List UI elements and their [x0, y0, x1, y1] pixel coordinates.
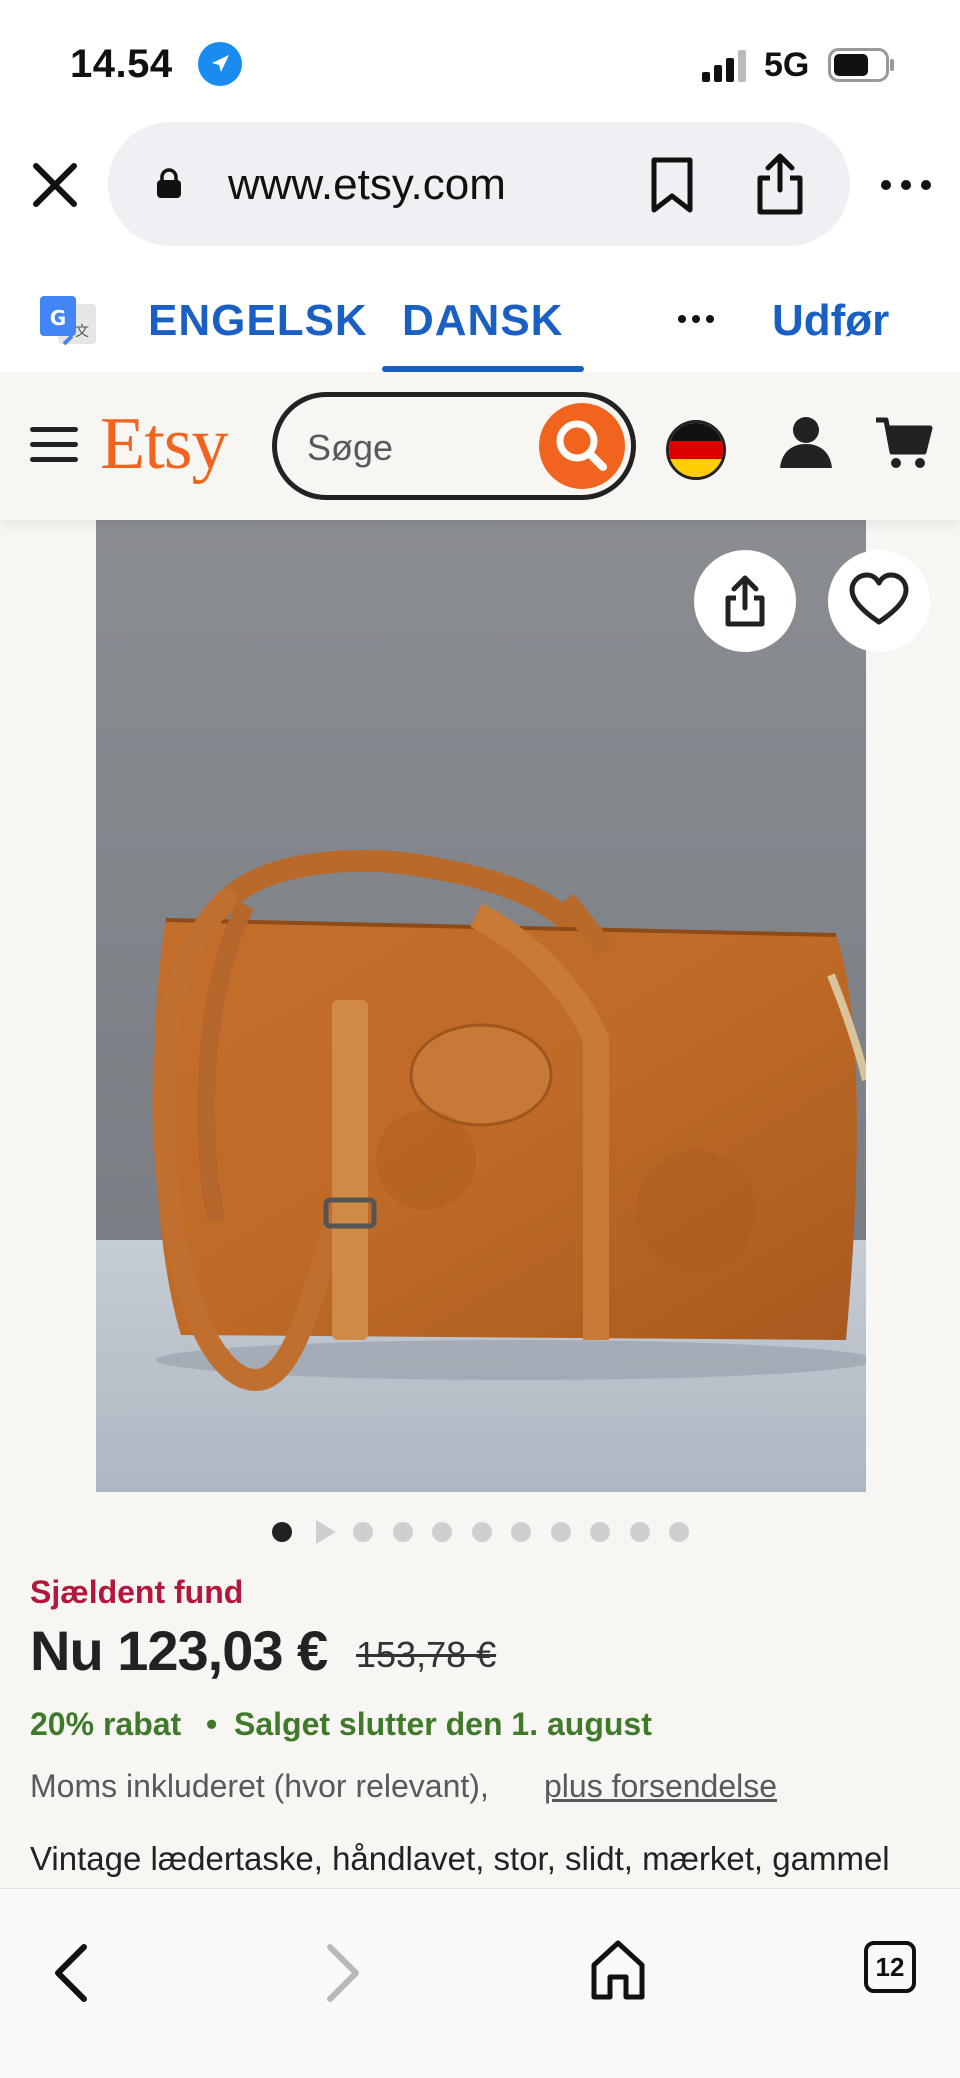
location-arrow-icon: [198, 42, 242, 86]
tab-danish[interactable]: DANSK: [402, 296, 563, 346]
carousel-dot[interactable]: [432, 1522, 452, 1542]
etsy-logo[interactable]: Etsy: [100, 402, 229, 487]
image-carousel-dots: [0, 1516, 960, 1546]
carousel-dot[interactable]: [393, 1522, 413, 1542]
back-icon[interactable]: [48, 1941, 92, 2005]
network-label: 5G: [764, 46, 810, 84]
search-button[interactable]: [539, 403, 625, 489]
original-price: 153,78 €: [356, 1634, 497, 1675]
tabs-icon[interactable]: 12: [864, 1941, 916, 1993]
translate-bar: G 文 ENGELSK DANSK Udfør: [0, 256, 960, 372]
vat-note: Moms inkluderet (hvor relevant),: [30, 1768, 489, 1804]
cart-icon[interactable]: [874, 416, 934, 470]
done-button[interactable]: Udfør: [772, 296, 889, 346]
close-icon[interactable]: [28, 158, 82, 212]
image-share-button[interactable]: [694, 550, 796, 652]
carousel-dot[interactable]: [669, 1522, 689, 1542]
carousel-dot[interactable]: [511, 1522, 531, 1542]
bookmark-icon[interactable]: [648, 156, 696, 214]
carousel-dot[interactable]: [353, 1522, 373, 1542]
more-icon[interactable]: [878, 172, 934, 198]
battery-icon: [828, 48, 896, 82]
carousel-dot[interactable]: [630, 1522, 650, 1542]
carousel-dot[interactable]: [472, 1522, 492, 1542]
search-icon: [556, 420, 607, 471]
separator-dot: •: [206, 1706, 218, 1742]
product-content: Sjældent fund Nu 123,03 € 153,78 € 20% r…: [0, 520, 960, 1888]
browser-toolbar: www.etsy.com: [0, 118, 960, 256]
carousel-dot[interactable]: [551, 1522, 571, 1542]
translate-more-icon[interactable]: [676, 312, 716, 324]
carousel-video-icon[interactable]: [316, 1520, 336, 1544]
status-time: 14.54: [70, 42, 173, 86]
lock-icon: [156, 168, 182, 198]
german-flag-icon[interactable]: [666, 420, 726, 480]
tab-english[interactable]: ENGELSK: [148, 296, 368, 346]
signal-icon: [702, 50, 748, 82]
product-title: Vintage lædertaske, håndlavet, stor, sli…: [30, 1840, 890, 1888]
svg-text:文: 文: [75, 324, 89, 340]
shipping-link[interactable]: plus forsendelse: [544, 1768, 777, 1805]
user-icon[interactable]: [778, 414, 834, 470]
favorite-heart-button[interactable]: [828, 550, 930, 652]
forward-icon[interactable]: [322, 1941, 366, 2005]
share-icon: [725, 575, 765, 627]
carousel-dot[interactable]: [272, 1522, 292, 1542]
browser-bottom-bar: 12: [0, 1888, 960, 2078]
google-translate-icon: G 文: [38, 294, 98, 350]
search-input[interactable]: [307, 427, 507, 469]
tabs-count: 12: [875, 1952, 905, 1982]
svg-text:G: G: [50, 306, 66, 330]
current-price: Nu 123,03 €: [30, 1619, 328, 1682]
menu-icon[interactable]: [28, 424, 80, 466]
product-image[interactable]: [96, 520, 866, 1492]
url-text: www.etsy.com: [228, 160, 506, 209]
address-bar[interactable]: www.etsy.com: [108, 122, 850, 246]
share-icon[interactable]: [754, 152, 806, 216]
sale-end-label: Salget slutter den 1. august: [234, 1706, 652, 1742]
heart-icon: [849, 572, 909, 625]
home-icon[interactable]: [590, 1939, 646, 2001]
search-box: [272, 392, 636, 500]
page: 14.54 5G www.etsy.com G 文 ENGELSK DANSK …: [0, 0, 960, 2078]
rare-find-label: Sjældent fund: [30, 1574, 244, 1610]
carousel-dot[interactable]: [590, 1522, 610, 1542]
etsy-header: Etsy: [0, 372, 960, 520]
discount-label: 20% rabat: [30, 1706, 182, 1742]
status-bar: 14.54 5G: [0, 0, 960, 118]
